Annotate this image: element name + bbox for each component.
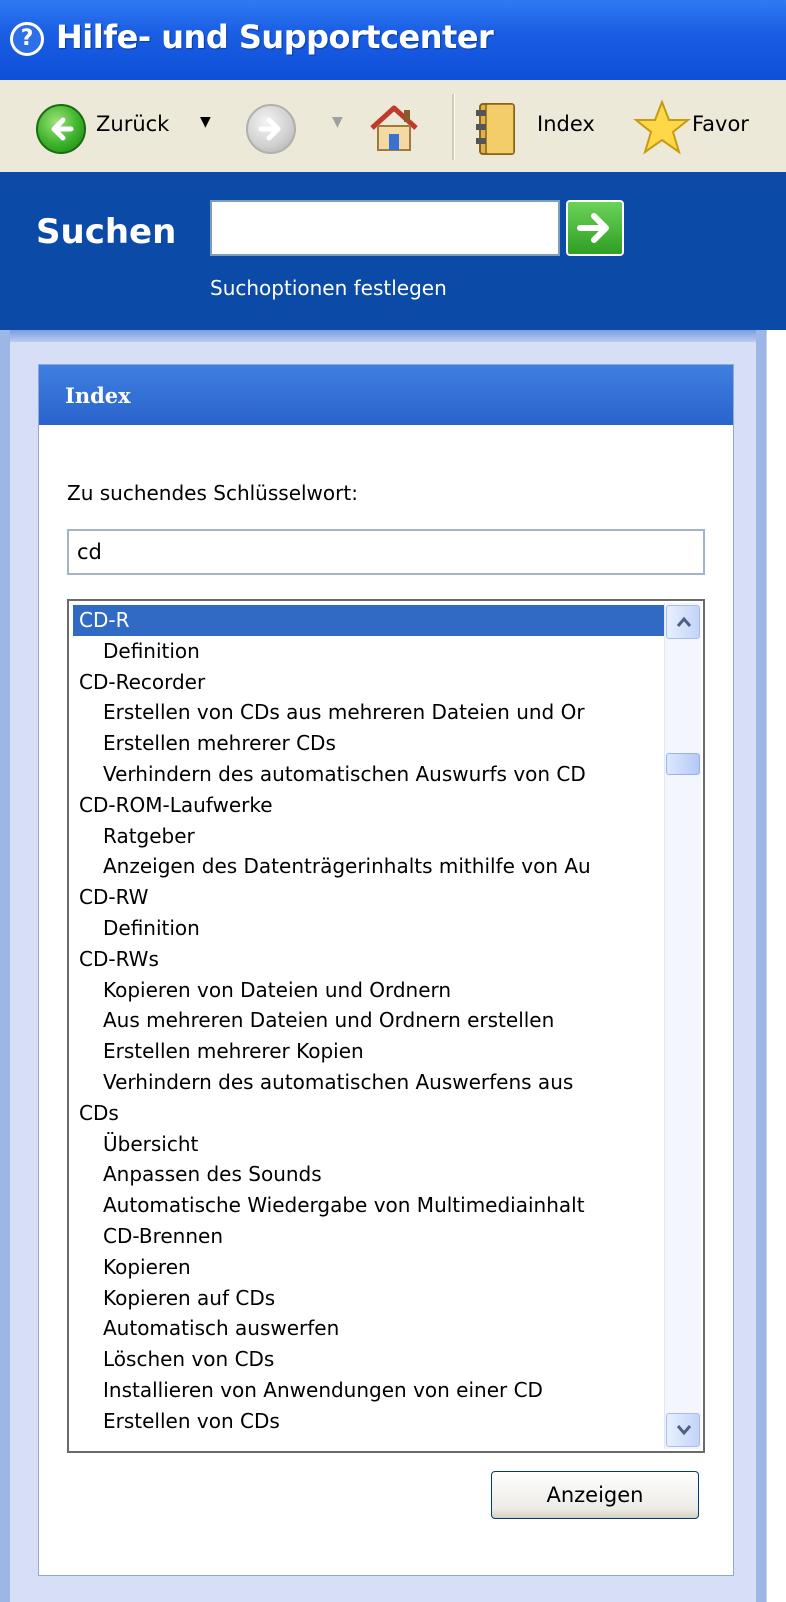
star-icon[interactable]	[632, 98, 692, 158]
search-options-link[interactable]: Suchoptionen festlegen	[210, 276, 447, 300]
index-listbox[interactable]: CD-R Definition CD-Recorder Erstellen von C…	[67, 599, 705, 1453]
list-item[interactable]: Erstellen von CDs aus mehreren Dateien u…	[73, 697, 667, 728]
home-icon[interactable]	[366, 100, 422, 156]
list-item[interactable]: CD-Brennen	[73, 1221, 667, 1252]
pane-left-edge	[0, 330, 10, 1602]
list-item[interactable]: Verhindern des automatischen Auswurfs vo…	[73, 759, 667, 790]
toolbar-separator	[452, 94, 455, 160]
back-button-label[interactable]: Zurück	[96, 112, 169, 136]
list-item[interactable]: CDs	[73, 1098, 667, 1129]
list-item[interactable]: Kopieren von Dateien und Ordnern	[73, 975, 667, 1006]
search-go-button[interactable]	[566, 200, 624, 256]
list-item[interactable]: Kopieren	[73, 1252, 667, 1283]
list-item[interactable]: Kopieren auf CDs	[73, 1283, 667, 1314]
search-input[interactable]	[210, 200, 560, 256]
list-item[interactable]: CD-RWs	[73, 944, 667, 975]
keyword-label: Zu suchendes Schlüsselwort:	[67, 481, 358, 505]
index-list: CD-R Definition CD-Recorder Erstellen von C…	[73, 605, 667, 1437]
list-item[interactable]: Installieren von Anwendungen von einer C…	[73, 1375, 667, 1406]
list-item[interactable]: Ratgeber	[73, 821, 667, 852]
keyword-input[interactable]	[67, 529, 705, 575]
list-item[interactable]: Erstellen mehrerer CDs	[73, 728, 667, 759]
list-item[interactable]: CD-R	[73, 605, 667, 636]
pane-right-edge	[756, 330, 766, 1602]
list-item[interactable]: Automatische Wiedergabe von Multimediain…	[73, 1190, 667, 1221]
pane-top-edge	[0, 330, 766, 342]
list-item[interactable]: Definition	[73, 913, 667, 944]
content-pane-edge	[766, 330, 786, 1602]
scroll-down-button[interactable]	[666, 1413, 700, 1447]
list-item[interactable]: CD-RW	[73, 882, 667, 913]
list-item[interactable]: Aus mehreren Dateien und Ordnern erstell…	[73, 1005, 667, 1036]
list-item[interactable]: Anzeigen des Datenträgerinhalts mithilfe…	[73, 851, 667, 882]
title-bar: ? Hilfe- und Supportcenter	[0, 0, 786, 80]
listbox-scrollbar[interactable]	[664, 603, 701, 1449]
list-item[interactable]: Definition	[73, 636, 667, 667]
list-item[interactable]: Anpassen des Sounds	[73, 1159, 667, 1190]
index-panel-header: Index	[39, 365, 733, 425]
search-label: Suchen	[36, 212, 177, 252]
list-item[interactable]: Erstellen von CDs	[73, 1406, 667, 1437]
list-item[interactable]: Erstellen mehrerer Kopien	[73, 1036, 667, 1067]
list-item[interactable]: Automatisch auswerfen	[73, 1313, 667, 1344]
list-item[interactable]: Löschen von CDs	[73, 1344, 667, 1375]
index-button-label[interactable]: Index	[537, 112, 595, 136]
show-button[interactable]: Anzeigen	[491, 1471, 699, 1519]
list-item[interactable]: Übersicht	[73, 1129, 667, 1160]
back-arrow-icon[interactable]	[36, 104, 86, 154]
favorites-button-label[interactable]: Favor	[692, 112, 749, 136]
help-circle-icon: ?	[10, 22, 44, 56]
window-title: Hilfe- und Supportcenter	[56, 18, 494, 56]
list-item[interactable]: CD-ROM-Laufwerke	[73, 790, 667, 821]
scroll-up-button[interactable]	[666, 605, 700, 639]
forward-arrow-icon[interactable]	[246, 104, 296, 154]
toolbar: Zurück ▼ ▼ Index Favor	[0, 80, 786, 173]
index-panel-title: Index	[65, 383, 131, 408]
scroll-thumb[interactable]	[666, 753, 700, 775]
index-panel: Index Zu suchendes Schlüsselwort: CD-RDe…	[38, 364, 734, 1576]
back-dropdown-chevron-icon[interactable]: ▼	[200, 114, 211, 130]
list-item[interactable]: Verhindern des automatischen Auswerfens …	[73, 1067, 667, 1098]
search-band: Suchen Suchoptionen festlegen	[0, 172, 786, 330]
list-item[interactable]: CD-Recorder	[73, 667, 667, 698]
forward-dropdown-chevron-icon[interactable]: ▼	[332, 114, 343, 130]
index-book-icon[interactable]	[472, 100, 520, 158]
